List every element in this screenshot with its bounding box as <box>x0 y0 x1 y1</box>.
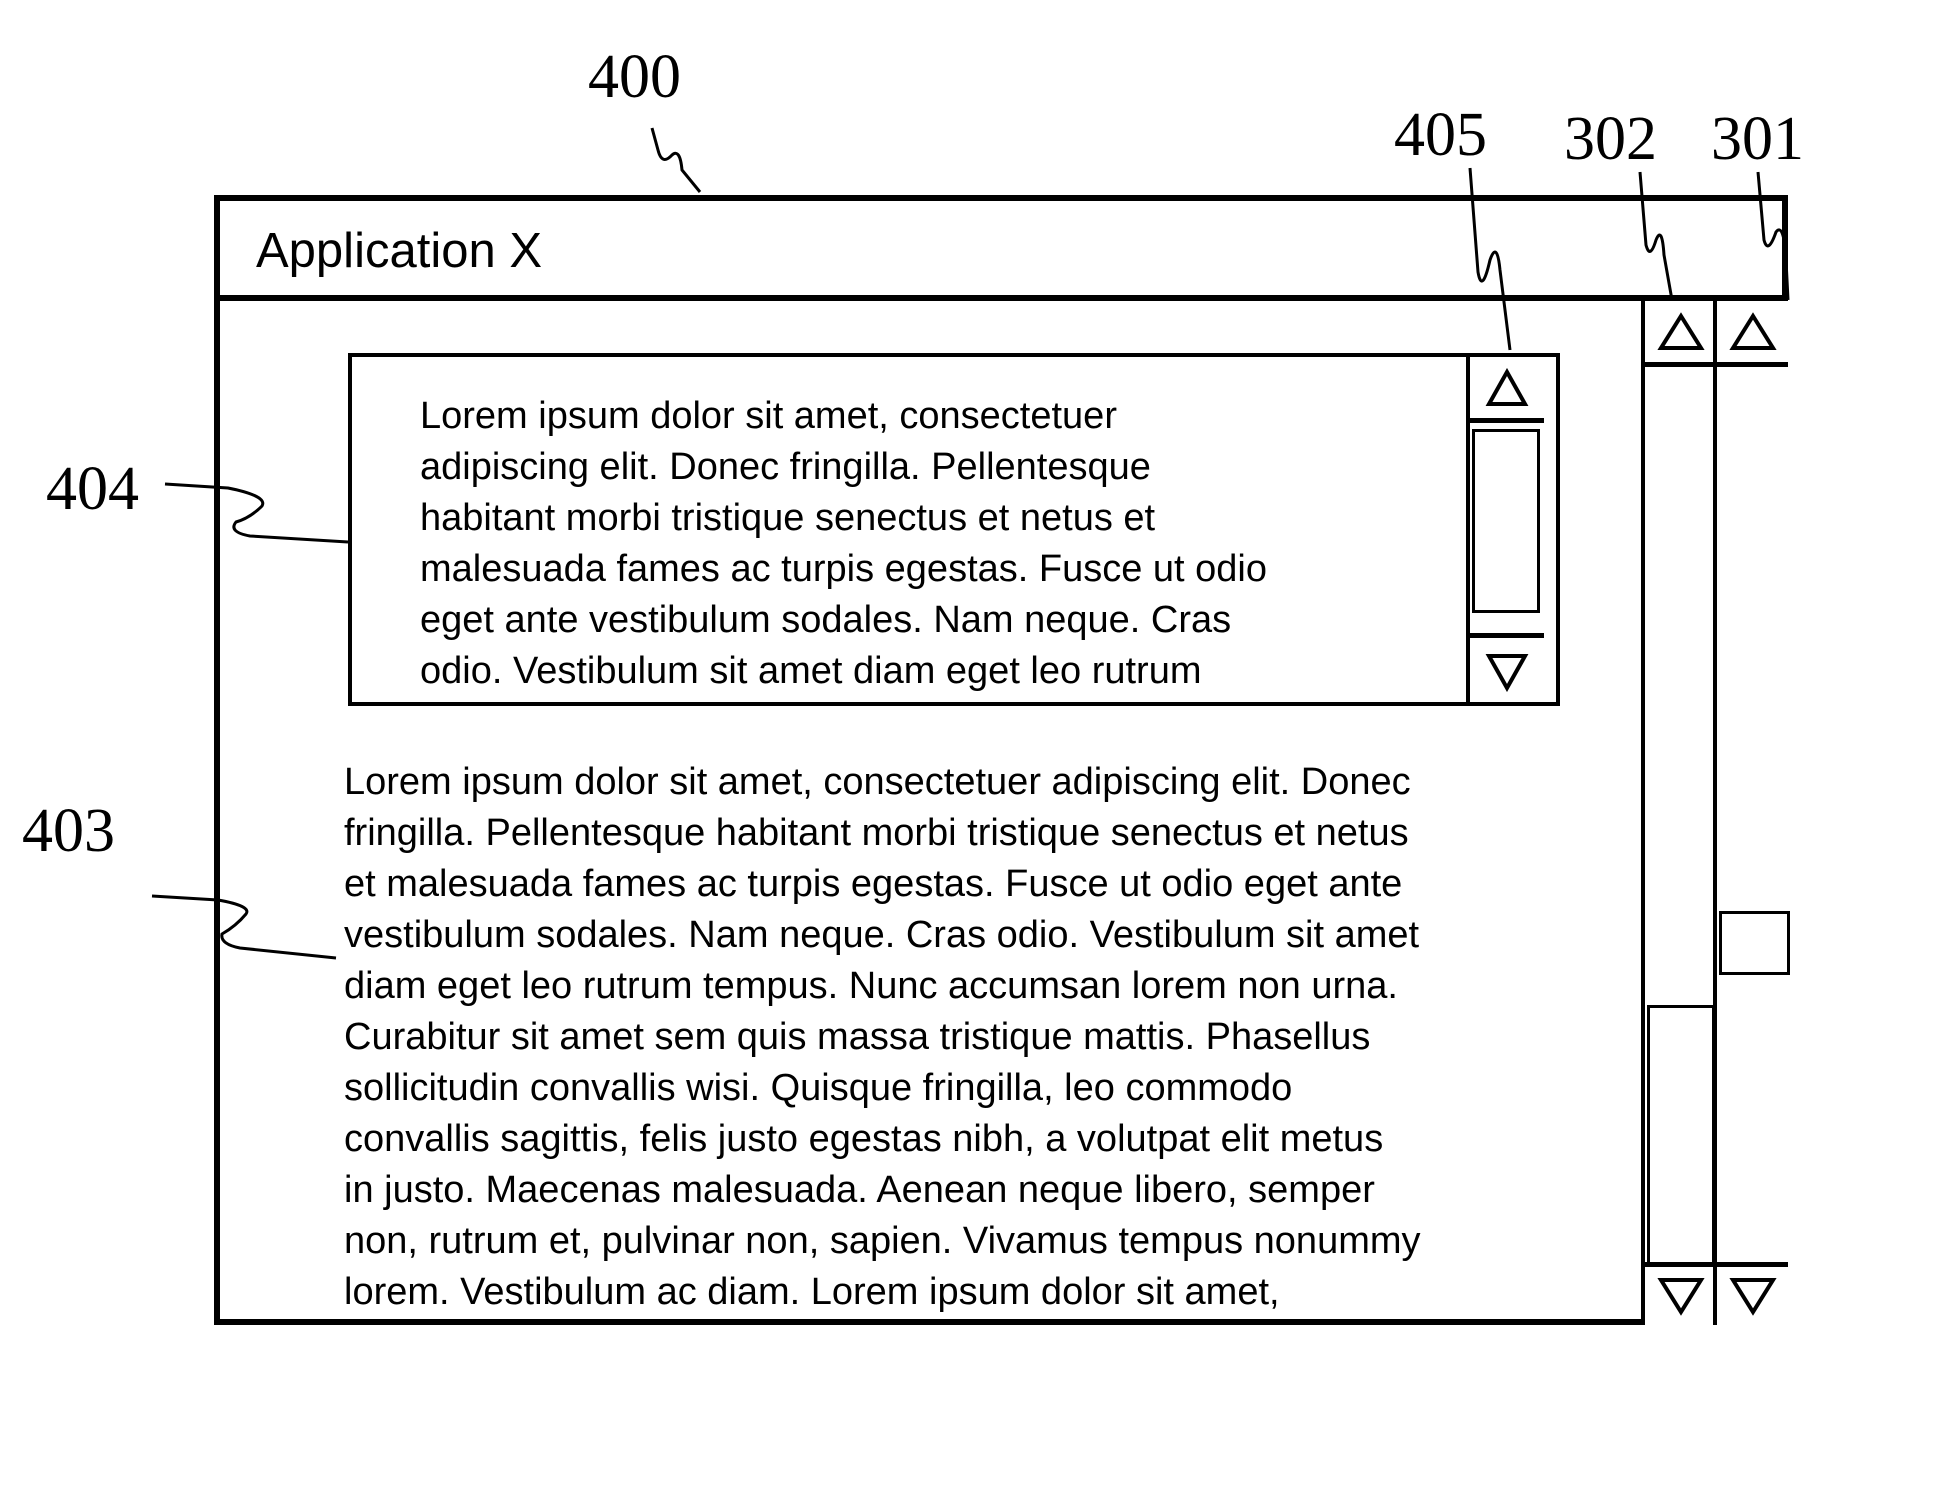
leader-line-302 <box>1638 171 1674 301</box>
leader-line-405 <box>1468 167 1512 351</box>
leader-line-404 <box>164 482 349 544</box>
leader-lines <box>151 127 1790 960</box>
leader-line-400 <box>650 127 702 193</box>
leader-line-403 <box>151 894 337 960</box>
leader-line-301 <box>1756 171 1790 301</box>
